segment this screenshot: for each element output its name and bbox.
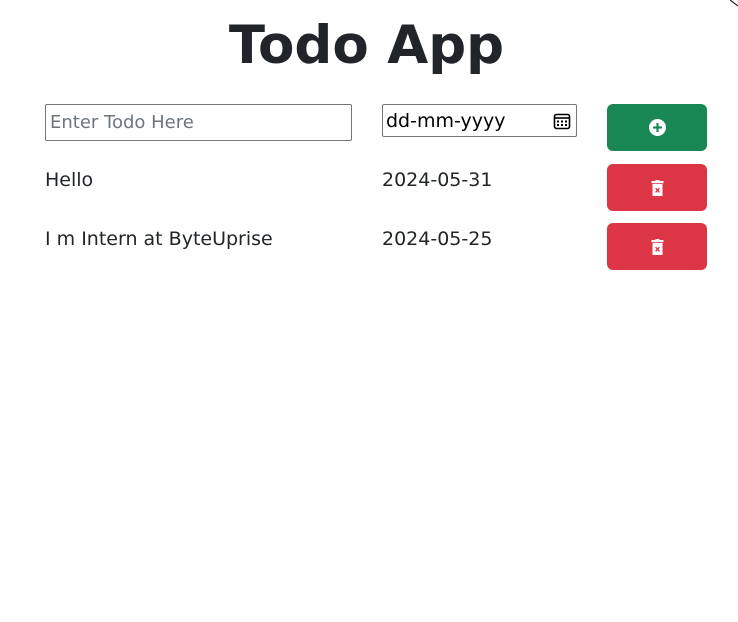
todo-name-input[interactable]	[45, 104, 352, 141]
trash-icon	[651, 179, 663, 196]
todo-item-date: 2024-05-31	[382, 169, 493, 191]
delete-todo-button[interactable]	[607, 164, 707, 211]
app-title: Todo App	[228, 15, 505, 76]
add-todo-button[interactable]	[607, 104, 707, 151]
todo-item-date: 2024-05-25	[382, 228, 493, 250]
todo-item-name: Hello	[45, 169, 94, 191]
todo-item-name: I m Intern at ByteUprise	[45, 228, 273, 250]
corner-mark	[730, 0, 738, 7]
todo-date-input[interactable]: dd-mm-yyyy	[382, 104, 577, 137]
calendar-icon[interactable]	[553, 112, 571, 130]
delete-todo-button[interactable]	[607, 223, 707, 270]
plus-circle-icon	[648, 119, 666, 136]
trash-icon	[651, 238, 663, 255]
date-placeholder-text: dd-mm-yyyy	[386, 109, 506, 132]
